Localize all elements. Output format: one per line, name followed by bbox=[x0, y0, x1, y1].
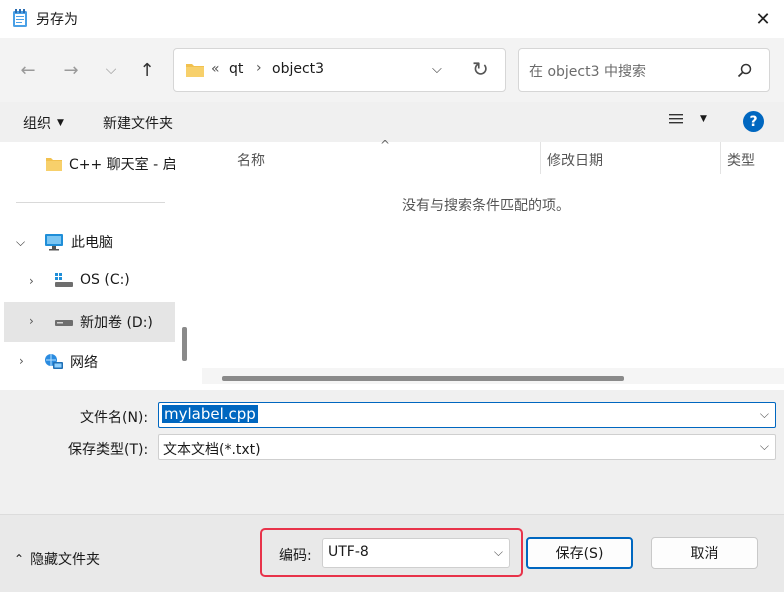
tree-item-label: C++ 聊天室 - 启 bbox=[69, 157, 175, 173]
network-icon bbox=[45, 354, 63, 369]
chevron-down-icon: ⌵ bbox=[105, 62, 117, 78]
filetype-label: 保存类型(T): bbox=[68, 442, 149, 458]
expanded-chevron-icon[interactable]: ⌵ bbox=[16, 235, 25, 250]
breadcrumb-qt[interactable]: qt bbox=[229, 61, 243, 77]
tree-item-label: 网络 bbox=[70, 355, 98, 371]
filename-input-value[interactable]: mylabel.cpp bbox=[162, 405, 258, 423]
column-divider[interactable] bbox=[720, 142, 721, 174]
tree-item-label: 新加卷 (D:) bbox=[80, 315, 153, 331]
collapsed-chevron-icon[interactable]: › bbox=[29, 274, 34, 288]
save-button[interactable]: 保存(S) bbox=[526, 537, 633, 569]
arrow-right-icon: → bbox=[63, 59, 79, 81]
search-icon[interactable] bbox=[737, 63, 753, 79]
chevron-down-icon[interactable]: ⌵ bbox=[494, 545, 503, 560]
filename-label: 文件名(N): bbox=[80, 410, 149, 426]
search-placeholder[interactable]: 在 object3 中搜索 bbox=[529, 61, 646, 81]
help-icon: ? bbox=[749, 113, 758, 130]
tree-item-label: OS (C:) bbox=[80, 272, 130, 288]
address-history-button[interactable]: ⌵ bbox=[432, 62, 442, 77]
title-bar: 另存为 ✕ bbox=[0, 0, 784, 38]
drive-icon bbox=[55, 320, 73, 326]
hide-folders-label: 隐藏文件夹 bbox=[30, 552, 101, 568]
caret-down-icon: ▼ bbox=[700, 114, 707, 124]
chevron-down-icon: ⌵ bbox=[432, 62, 442, 77]
refresh-icon: ↻ bbox=[472, 57, 489, 81]
notepad-icon bbox=[13, 9, 27, 27]
filetype-value: 文本文档(*.txt) bbox=[163, 442, 261, 458]
address-bar[interactable]: « qt › object3 ⌵ ↻ bbox=[173, 48, 506, 92]
hide-folders-button[interactable]: ⌃ 隐藏文件夹 bbox=[14, 549, 100, 569]
encoding-label: 编码: bbox=[279, 548, 312, 564]
list-view-icon bbox=[669, 114, 683, 124]
help-button[interactable]: ? bbox=[743, 111, 764, 132]
encoding-value: UTF-8 bbox=[328, 544, 369, 560]
sort-ascending-icon: ^ bbox=[380, 138, 391, 152]
tree-item-label: 此电脑 bbox=[71, 235, 113, 251]
search-box[interactable]: 在 object3 中搜索 bbox=[518, 48, 770, 92]
computer-icon bbox=[45, 234, 63, 251]
chevron-up-icon: ⌃ bbox=[14, 552, 25, 566]
collapsed-chevron-icon[interactable]: › bbox=[19, 354, 24, 368]
file-list: ^ 名称 修改日期 类型 没有与搜索条件匹配的项。 bbox=[196, 138, 784, 390]
recent-locations-button[interactable]: ⌵ bbox=[97, 56, 125, 84]
save-button-label: 保存(S) bbox=[555, 546, 604, 562]
chevron-down-icon[interactable]: ⌵ bbox=[760, 407, 769, 422]
folder-icon bbox=[186, 64, 204, 77]
folder-icon bbox=[46, 157, 62, 171]
close-icon: ✕ bbox=[755, 8, 771, 30]
path-overflow-icon[interactable]: « bbox=[211, 61, 220, 77]
close-button[interactable]: ✕ bbox=[742, 0, 784, 38]
back-button[interactable]: ← bbox=[14, 56, 42, 84]
arrow-left-icon: ← bbox=[20, 59, 36, 81]
tree-item-network[interactable]: 网络 bbox=[44, 352, 98, 372]
tree-item-this-pc[interactable]: 此电脑 bbox=[44, 232, 113, 252]
refresh-button[interactable]: ↻ bbox=[472, 57, 489, 81]
organize-label: 组织 bbox=[23, 116, 51, 132]
tree-item-chatroom[interactable]: C++ 聊天室 - 启 bbox=[45, 154, 175, 174]
column-header-type[interactable]: 类型 bbox=[727, 150, 755, 170]
encoding-select[interactable]: UTF-8 ⌵ bbox=[322, 538, 510, 568]
tree-item-d-drive[interactable]: 新加卷 (D:) bbox=[54, 312, 153, 332]
breadcrumb-separator: › bbox=[256, 60, 262, 76]
filename-field[interactable]: mylabel.cpp ⌵ bbox=[158, 402, 776, 428]
organize-menu[interactable]: 组织 ▼ bbox=[23, 113, 64, 133]
up-button[interactable]: ↑ bbox=[133, 56, 161, 84]
column-header-name[interactable]: 名称 bbox=[237, 150, 265, 170]
column-header-date[interactable]: 修改日期 bbox=[547, 150, 603, 170]
tree-scrollbar-thumb[interactable] bbox=[182, 327, 187, 361]
navigation-pane: C++ 聊天室 - 启 ⌵ 此电脑 › OS (C:) › 新加卷 (D:) › bbox=[0, 142, 196, 390]
tree-item-os-c[interactable]: OS (C:) bbox=[54, 272, 130, 288]
filetype-select[interactable]: 文本文档(*.txt) ⌵ bbox=[158, 434, 776, 460]
cancel-button[interactable]: 取消 bbox=[651, 537, 758, 569]
drive-icon bbox=[55, 273, 73, 287]
empty-message: 没有与搜索条件匹配的项。 bbox=[402, 198, 570, 214]
arrow-up-icon: ↑ bbox=[139, 59, 155, 81]
window-title: 另存为 bbox=[36, 12, 78, 28]
cancel-button-label: 取消 bbox=[690, 546, 719, 562]
horizontal-scrollbar-thumb[interactable] bbox=[222, 376, 624, 381]
chevron-down-icon[interactable]: ⌵ bbox=[760, 439, 769, 454]
view-options-button[interactable]: ▼ bbox=[668, 112, 707, 126]
column-divider[interactable] bbox=[540, 142, 541, 174]
breadcrumb-object3[interactable]: object3 bbox=[272, 61, 324, 77]
new-folder-button[interactable]: 新建文件夹 bbox=[103, 113, 173, 133]
tree-divider bbox=[16, 202, 165, 203]
forward-button[interactable]: → bbox=[57, 56, 85, 84]
collapsed-chevron-icon[interactable]: › bbox=[29, 314, 34, 328]
caret-down-icon: ▼ bbox=[57, 118, 64, 128]
